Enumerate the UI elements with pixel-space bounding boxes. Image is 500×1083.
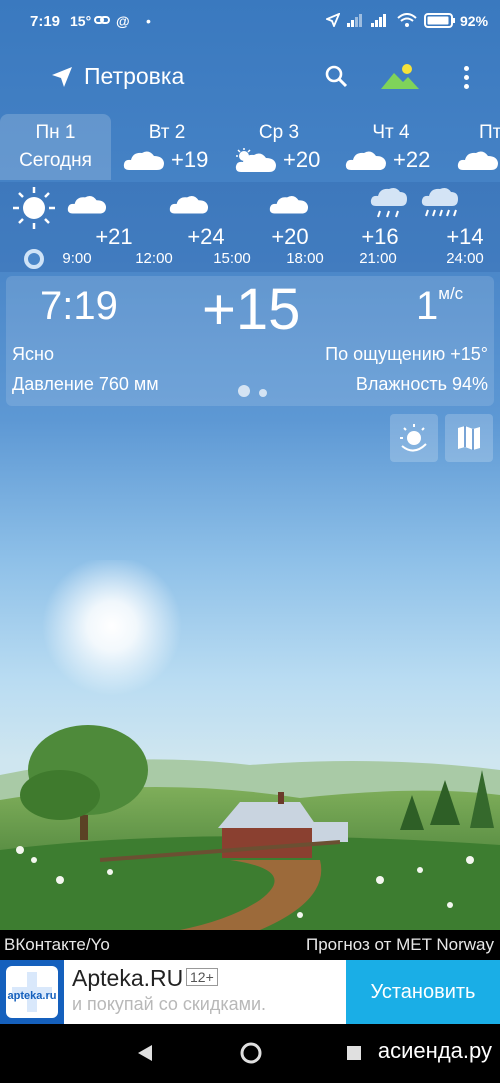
system-nav-bar: асиенда.ру	[0, 1024, 500, 1083]
current-weather-card[interactable]: 7:19 +15 1м/с Ясно По ощущению +15° Давл…	[6, 276, 494, 406]
day-name: Ср 3	[258, 122, 300, 143]
landscape-icon[interactable]	[381, 62, 419, 95]
home-icon[interactable]	[239, 1041, 263, 1070]
source-bar: ВКонтакте/Yo Прогноз от MET Norway	[0, 930, 500, 960]
recents-icon[interactable]	[346, 1045, 362, 1066]
day-tab-fri[interactable]: Пт	[447, 114, 500, 180]
back-icon[interactable]	[137, 1044, 153, 1067]
hour-temp: +14	[446, 224, 484, 249]
wifi-icon	[397, 13, 417, 31]
link-icon	[94, 13, 110, 29]
partly-cloudy-icon	[235, 148, 277, 179]
map-button[interactable]	[445, 414, 493, 462]
ad-subtitle: и покупай со скидками.	[72, 994, 267, 1014]
at-icon: @	[116, 13, 130, 29]
day-temp: +20	[283, 147, 321, 172]
navigation-arrow-icon[interactable]	[50, 65, 74, 94]
status-time: 7:19	[30, 13, 61, 30]
watermark-text: асиенда.ру	[377, 1038, 492, 1063]
sun-orbit-icon	[400, 424, 427, 452]
battery-percent: 92%	[460, 13, 489, 29]
hour-temp: +16	[361, 224, 399, 249]
hourly-forecast[interactable]: +21 9:00 +24 12:00 +20 15:00 +16 18:00 +…	[0, 182, 500, 272]
cloud-icon	[269, 192, 309, 221]
hour-time: 12:00	[135, 250, 173, 267]
day-name: Чт 4	[372, 122, 410, 143]
condition-text: Ясно	[12, 344, 54, 364]
day-tab-tue[interactable]: Вт 2 +19	[111, 114, 223, 180]
day-temp: +19	[171, 147, 209, 172]
day-sub: Сегодня	[19, 150, 92, 171]
day-temp: +22	[393, 147, 431, 172]
wind-speed: 1м/с	[416, 284, 464, 328]
dot-icon: •	[146, 13, 151, 29]
wind-unit: м/с	[438, 284, 464, 303]
svg-text:apteka.ru: apteka.ru	[8, 990, 57, 1002]
location-arrow-icon	[324, 12, 341, 30]
hour-time: 15:00	[213, 250, 251, 267]
signal-icon-2	[370, 13, 388, 30]
cloud-icon	[457, 148, 499, 177]
hour-time: 18:00	[286, 250, 324, 267]
hour-time: 21:00	[359, 250, 397, 267]
day-tab-wed[interactable]: Ср 3 +20	[223, 114, 335, 180]
cloud-icon	[169, 192, 209, 221]
location-name[interactable]: Петровка	[84, 63, 184, 90]
hour-temp: +24	[187, 224, 225, 249]
hour-time: 9:00	[62, 250, 92, 267]
hour-temp: +21	[95, 224, 133, 249]
current-temp: +15	[202, 277, 301, 342]
install-button[interactable]: Установить	[346, 960, 500, 1024]
sun-glow	[42, 560, 182, 696]
top-app-bar: Петровка	[0, 52, 500, 100]
battery-icon	[424, 13, 456, 31]
landscape-scene	[0, 560, 500, 930]
pressure-text: Давление 760 мм	[12, 374, 159, 394]
day-tab-thu[interactable]: Чт 4 +22	[335, 114, 447, 180]
day-tab-today[interactable]: Пн 1 Сегодня	[0, 114, 111, 180]
sun-icon	[12, 186, 56, 235]
status-bar: 7:19 15° @ • 92%	[0, 0, 500, 44]
current-time: 7:19	[40, 284, 118, 328]
humidity-text: Влажность 94%	[355, 374, 488, 394]
forecast-source[interactable]: Прогноз от MET Norway	[306, 935, 494, 955]
days-strip: Пн 1 Сегодня Вт 2 +19 Ср 3 +20 Чт 4 +22 …	[0, 114, 500, 182]
now-indicator	[24, 249, 44, 269]
cloud-icon	[345, 148, 387, 177]
feels-like-text: По ощущению +15°	[325, 344, 488, 364]
page-dot-active	[238, 385, 250, 397]
signal-icon-1	[346, 13, 364, 30]
ad-title: Apteka.RU	[72, 965, 184, 991]
day-name: Вт 2	[148, 122, 186, 143]
ad-banner[interactable]: apteka.ru Apteka.RU 12+ и покупай со ски…	[0, 960, 500, 1024]
apteka-logo: apteka.ru	[0, 960, 64, 1024]
cloud-icon	[123, 148, 165, 177]
search-icon[interactable]	[324, 64, 348, 93]
page-indicator	[238, 384, 276, 402]
day-name: Пт	[479, 122, 500, 143]
author-credit[interactable]: ВКонтакте/Yo	[4, 935, 110, 955]
ad-age-rating: 12+	[186, 968, 218, 986]
map-icon	[458, 426, 480, 450]
hour-temp: +20	[271, 224, 309, 249]
sun-moon-button[interactable]	[390, 414, 438, 462]
hour-time: 24:00	[446, 250, 484, 267]
day-name: Пн 1	[35, 122, 76, 143]
cloud-icon	[67, 192, 107, 221]
status-temp: 15°	[70, 13, 92, 29]
more-options-icon[interactable]	[456, 64, 476, 90]
page-dot	[259, 389, 267, 397]
